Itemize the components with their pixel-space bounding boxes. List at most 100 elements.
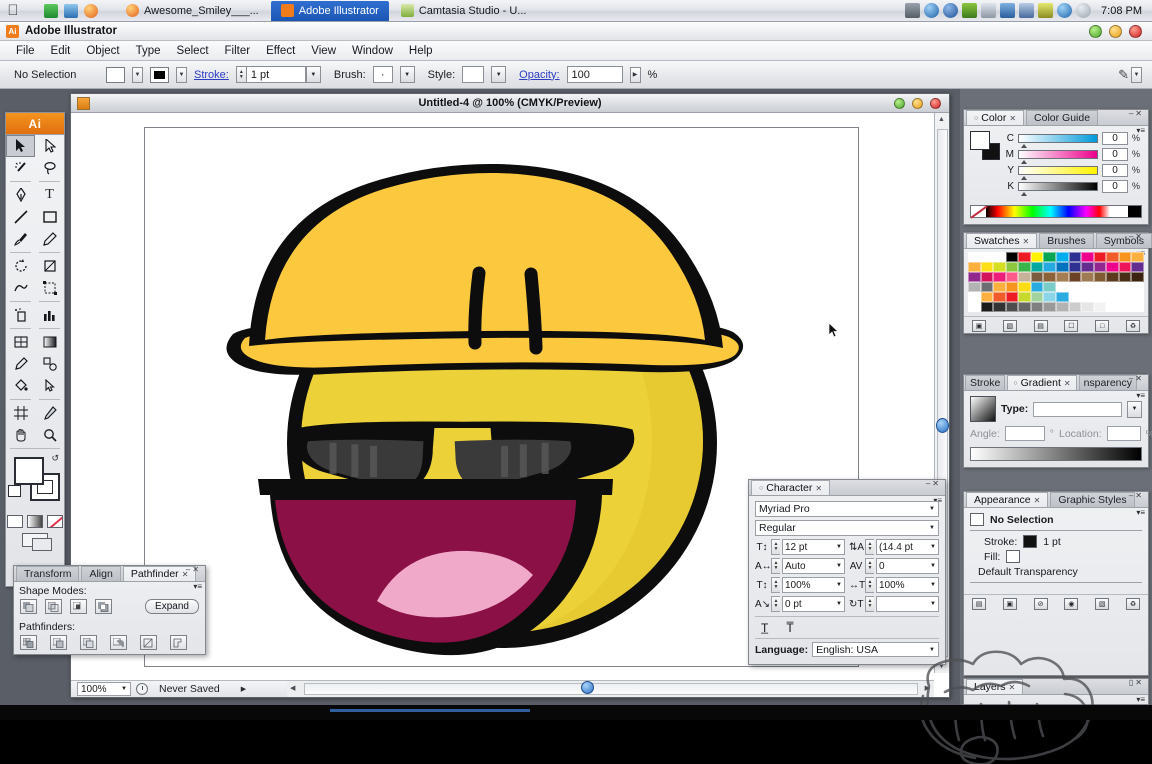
- language-select[interactable]: English: USA ▼: [812, 642, 939, 657]
- panel-minimize-close[interactable]: –✕: [926, 479, 941, 488]
- swatch-cell[interactable]: [1018, 262, 1031, 272]
- horizontal-scale-field[interactable]: ↔T ▲ ▼ 100% ▼: [849, 577, 939, 593]
- gradient-tool[interactable]: [35, 331, 64, 353]
- swatch-cell[interactable]: [1055, 252, 1069, 262]
- gradient-preview[interactable]: [970, 396, 996, 422]
- swatch-cell[interactable]: [1018, 302, 1031, 312]
- maximize-button[interactable]: [1109, 24, 1122, 38]
- swatch-cell[interactable]: [1106, 262, 1119, 272]
- opacity-value[interactable]: 100: [566, 66, 623, 83]
- swatch-cell[interactable]: [1005, 282, 1019, 292]
- pencil-tool[interactable]: [35, 228, 64, 250]
- appearance-stroke-swatch[interactable]: [1023, 535, 1038, 548]
- color-fill-stroke-proxy[interactable]: [970, 131, 1000, 161]
- unite-button[interactable]: [20, 599, 37, 614]
- scroll-right-arrow[interactable]: ▶: [925, 684, 930, 692]
- swatch-cell[interactable]: [980, 252, 994, 262]
- font-size-input[interactable]: 12 pt ▼: [782, 539, 845, 555]
- volume-icon[interactable]: [1076, 3, 1092, 18]
- swatch-cell[interactable]: [980, 262, 994, 272]
- swatch-cell[interactable]: [1106, 272, 1119, 282]
- magenta-value[interactable]: 0: [1102, 147, 1128, 161]
- vertical-scale-spinner[interactable]: ▲ ▼: [771, 577, 780, 593]
- new-color-group-button[interactable]: ☐: [1064, 320, 1079, 332]
- swatch-cell[interactable]: [1005, 272, 1019, 282]
- default-fill-stroke-icon[interactable]: [8, 485, 21, 497]
- swatch-cell[interactable]: [1118, 262, 1132, 272]
- swatch-cell[interactable]: [968, 302, 981, 312]
- swatch-cell[interactable]: [980, 292, 994, 302]
- panel-minimize-close[interactable]: –✕: [1129, 374, 1144, 383]
- selection-tool[interactable]: [6, 135, 35, 157]
- swatch-cell[interactable]: [1106, 292, 1119, 302]
- swatch-options-button[interactable]: ▤: [1033, 320, 1048, 332]
- kerning-input[interactable]: Auto ▼: [782, 558, 845, 574]
- swatch-cell[interactable]: [1131, 262, 1144, 272]
- strikethrough-button[interactable]: T̅: [786, 621, 793, 635]
- tab-gradient[interactable]: ○ Gradient ✕: [1007, 375, 1077, 390]
- swatch-cell[interactable]: [980, 302, 994, 312]
- swatch-cell[interactable]: [1055, 282, 1069, 292]
- spectrum-ramp[interactable]: [986, 206, 1115, 217]
- panel-menu-icon[interactable]: ▾≡: [193, 583, 202, 591]
- tracking-field[interactable]: AV ▲ ▼ 0 ▼: [849, 558, 939, 574]
- gradient-angle-input[interactable]: [1004, 426, 1045, 441]
- swatch-cell[interactable]: [1068, 302, 1082, 312]
- swatch-cell[interactable]: [968, 252, 981, 262]
- tracking-spinner[interactable]: ▲ ▼: [865, 558, 874, 574]
- zoom-level-select[interactable]: 100% ▼: [77, 682, 131, 696]
- magenta-slider[interactable]: [1018, 149, 1098, 164]
- tracking-input[interactable]: 0 ▼: [876, 558, 939, 574]
- fill-dropdown-arrow[interactable]: ▼: [132, 66, 143, 83]
- scale-tool[interactable]: [35, 255, 64, 277]
- close-icon[interactable]: ✕: [815, 484, 822, 493]
- exclude-button[interactable]: [95, 599, 112, 614]
- horizontal-scale-input[interactable]: 100% ▼: [876, 577, 939, 593]
- live-paint-bucket-tool[interactable]: [6, 375, 35, 397]
- rectangle-tool[interactable]: [35, 206, 64, 228]
- stroke-weight-value[interactable]: 1 pt: [245, 66, 306, 83]
- swatch-cell[interactable]: [1043, 292, 1056, 302]
- stroke-label[interactable]: Stroke:: [194, 69, 229, 81]
- clock[interactable]: 7:08 PM: [1095, 5, 1142, 17]
- black-value[interactable]: 0: [1102, 179, 1128, 193]
- type-tool[interactable]: T: [35, 184, 64, 206]
- control-bar-menu-arrow[interactable]: ▼: [1131, 66, 1142, 83]
- close-icon[interactable]: ✕: [1064, 379, 1071, 388]
- mesh-tool[interactable]: [6, 331, 35, 353]
- menu-file[interactable]: File: [8, 42, 43, 60]
- yellow-slider[interactable]: [1018, 165, 1098, 180]
- swatch-cell[interactable]: [1081, 262, 1094, 272]
- add-new-fill-button[interactable]: ▣: [1002, 598, 1017, 610]
- update-icon[interactable]: [962, 3, 978, 18]
- pen-tool[interactable]: [6, 184, 35, 206]
- swatch-cell[interactable]: [1055, 262, 1069, 272]
- swatch-cell[interactable]: [1093, 282, 1107, 292]
- brush-dropdown[interactable]: ▼: [399, 66, 415, 83]
- swatch-cell[interactable]: [1081, 292, 1094, 302]
- tab-stroke[interactable]: Stroke: [965, 375, 1006, 390]
- swatch-cell[interactable]: [1005, 252, 1019, 262]
- cyan-slider[interactable]: [1018, 133, 1098, 148]
- all-caps-button[interactable]: T̲: [761, 621, 768, 635]
- minus-front-button[interactable]: [45, 599, 62, 614]
- rotation-spinner[interactable]: ▲ ▼: [865, 596, 874, 612]
- gradient-type-select[interactable]: [1033, 401, 1122, 417]
- taskbar-item-camtasia[interactable]: Camtasia Studio - U...: [391, 1, 537, 21]
- fill-color-swatch[interactable]: [106, 66, 125, 83]
- tab-brushes[interactable]: Brushes: [1039, 233, 1094, 248]
- maximize-button[interactable]: [912, 97, 923, 109]
- appearance-fill-swatch[interactable]: [1006, 550, 1021, 563]
- direct-selection-tool[interactable]: [35, 135, 64, 157]
- swap-fill-stroke-icon[interactable]: ↺: [51, 453, 59, 464]
- eyedropper-tool[interactable]: [6, 353, 35, 375]
- document-setup-icon[interactable]: ✎: [1118, 67, 1129, 83]
- add-new-stroke-button[interactable]: ▤: [972, 598, 986, 610]
- swatch-cell[interactable]: [1131, 282, 1144, 292]
- gradient-location-input[interactable]: [1106, 426, 1141, 441]
- swatch-cell[interactable]: [1030, 252, 1044, 262]
- swatch-cell[interactable]: [1093, 272, 1107, 282]
- appearance-transparency-row[interactable]: Default Transparency: [970, 564, 1142, 579]
- horizontal-scroll-thumb[interactable]: [581, 681, 594, 694]
- live-paint-selection-tool[interactable]: [35, 375, 64, 397]
